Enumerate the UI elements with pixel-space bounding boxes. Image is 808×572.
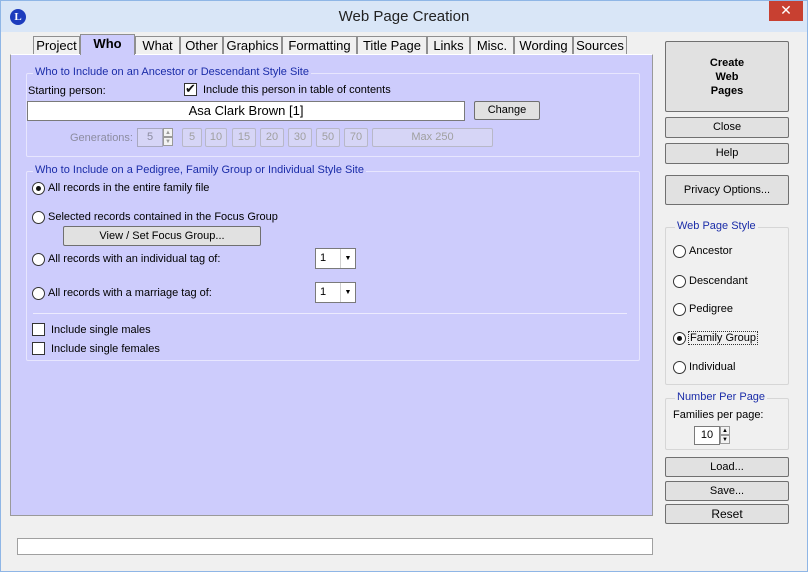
status-bar	[17, 538, 653, 555]
tab-project[interactable]: Project	[33, 36, 80, 55]
single-males-checkbox[interactable]	[32, 323, 45, 336]
all-records-label: All records in the entire family file	[48, 182, 210, 194]
families-up-icon[interactable]: ▲	[720, 426, 730, 435]
web-page-creation-window: L Web Page Creation ✕ Project Who What O…	[0, 0, 808, 572]
tab-other[interactable]: Other	[180, 36, 223, 55]
window-title: Web Page Creation	[338, 8, 470, 25]
generations-up-icon[interactable]: ▲	[163, 128, 173, 137]
title-bar[interactable]: L Web Page Creation ✕	[1, 1, 807, 32]
window-close-button[interactable]: ✕	[769, 1, 803, 21]
individual-tag-label: All records with an individual tag of:	[48, 253, 221, 265]
privacy-options-button[interactable]: Privacy Options...	[665, 175, 789, 205]
tab-misc[interactable]: Misc.	[470, 36, 514, 55]
single-males-label: Include single males	[51, 324, 151, 336]
families-per-page-label: Families per page:	[673, 409, 764, 421]
generations-30-button[interactable]: 30	[288, 128, 312, 147]
marriage-tag-select[interactable]: 1 ▼	[315, 282, 356, 303]
families-down-icon[interactable]: ▼	[720, 435, 730, 444]
tab-wording[interactable]: Wording	[514, 36, 573, 55]
style-ancestor-radio[interactable]	[673, 245, 686, 258]
create-web-pages-button[interactable]: Create Web Pages	[665, 41, 789, 112]
chevron-down-icon: ▼	[340, 249, 355, 268]
save-button[interactable]: Save...	[665, 481, 789, 501]
selected-records-radio[interactable]	[32, 211, 45, 224]
single-females-checkbox[interactable]	[32, 342, 45, 355]
generations-10-button[interactable]: 10	[205, 128, 227, 147]
pedigree-group-title: Who to Include on a Pedigree, Family Gro…	[33, 164, 366, 176]
all-records-radio[interactable]	[32, 182, 45, 195]
tab-sources[interactable]: Sources	[573, 36, 627, 55]
tab-strip: Project Who What Other Graphics Formatti…	[11, 34, 651, 55]
tab-who[interactable]: Who	[80, 34, 135, 55]
chevron-down-icon: ▼	[340, 283, 355, 302]
individual-tag-select[interactable]: 1 ▼	[315, 248, 356, 269]
include-toc-checkbox[interactable]	[184, 81, 197, 97]
starting-person-field[interactable]: Asa Clark Brown [1]	[27, 101, 465, 121]
create-label-line1: Create	[709, 57, 745, 69]
generations-max-button[interactable]: Max 250	[372, 128, 493, 147]
style-individual-radio[interactable]	[673, 361, 686, 374]
style-descendant-label: Descendant	[689, 275, 748, 287]
generations-20-button[interactable]: 20	[260, 128, 284, 147]
tab-title-page[interactable]: Title Page	[357, 36, 427, 55]
marriage-tag-label: All records with a marriage tag of:	[48, 287, 212, 299]
include-toc-label: Include this person in table of contents	[203, 84, 391, 96]
individual-tag-radio[interactable]	[32, 253, 45, 266]
number-per-page-title: Number Per Page	[675, 391, 768, 403]
style-pedigree-radio[interactable]	[673, 303, 686, 316]
help-button[interactable]: Help	[665, 143, 789, 164]
generations-5-button[interactable]: 5	[182, 128, 202, 147]
who-tab-panel: Who to Include on an Ancestor or Descend…	[10, 54, 653, 516]
create-label-line2: Web	[715, 71, 739, 83]
style-ancestor-label: Ancestor	[689, 245, 733, 257]
style-pedigree-label: Pedigree	[689, 303, 734, 315]
divider	[33, 313, 627, 314]
families-per-page-field[interactable]: 10	[694, 426, 720, 445]
load-button[interactable]: Load...	[665, 457, 789, 477]
generations-50-button[interactable]: 50	[316, 128, 340, 147]
style-family-group-radio[interactable]	[673, 332, 686, 345]
generations-down-icon[interactable]: ▼	[163, 137, 173, 146]
style-descendant-radio[interactable]	[673, 275, 686, 288]
selected-records-label: Selected records contained in the Focus …	[48, 211, 278, 223]
tab-formatting[interactable]: Formatting	[282, 36, 357, 55]
marriage-tag-radio[interactable]	[32, 287, 45, 300]
tab-what[interactable]: What	[135, 36, 180, 55]
tab-links[interactable]: Links	[427, 36, 470, 55]
starting-person-label: Starting person:	[28, 85, 106, 97]
create-label-line3: Pages	[710, 85, 744, 97]
single-females-label: Include single females	[51, 343, 160, 355]
generations-field[interactable]: 5	[137, 128, 163, 147]
web-page-style-title: Web Page Style	[675, 220, 758, 232]
ancestor-group-title: Who to Include on an Ancestor or Descend…	[33, 66, 311, 78]
generations-70-button[interactable]: 70	[344, 128, 368, 147]
style-family-group-label: Family Group	[688, 331, 759, 345]
marriage-tag-value: 1	[320, 286, 327, 298]
generations-15-button[interactable]: 15	[232, 128, 256, 147]
tab-graphics[interactable]: Graphics	[223, 36, 282, 55]
view-focus-group-button[interactable]: View / Set Focus Group...	[63, 226, 261, 246]
close-button[interactable]: Close	[665, 117, 789, 138]
style-individual-label: Individual	[689, 361, 736, 373]
individual-tag-value: 1	[320, 252, 327, 264]
change-person-button[interactable]: Change	[474, 101, 540, 120]
generations-label: Generations:	[70, 132, 133, 144]
reset-button[interactable]: Reset	[665, 504, 789, 524]
